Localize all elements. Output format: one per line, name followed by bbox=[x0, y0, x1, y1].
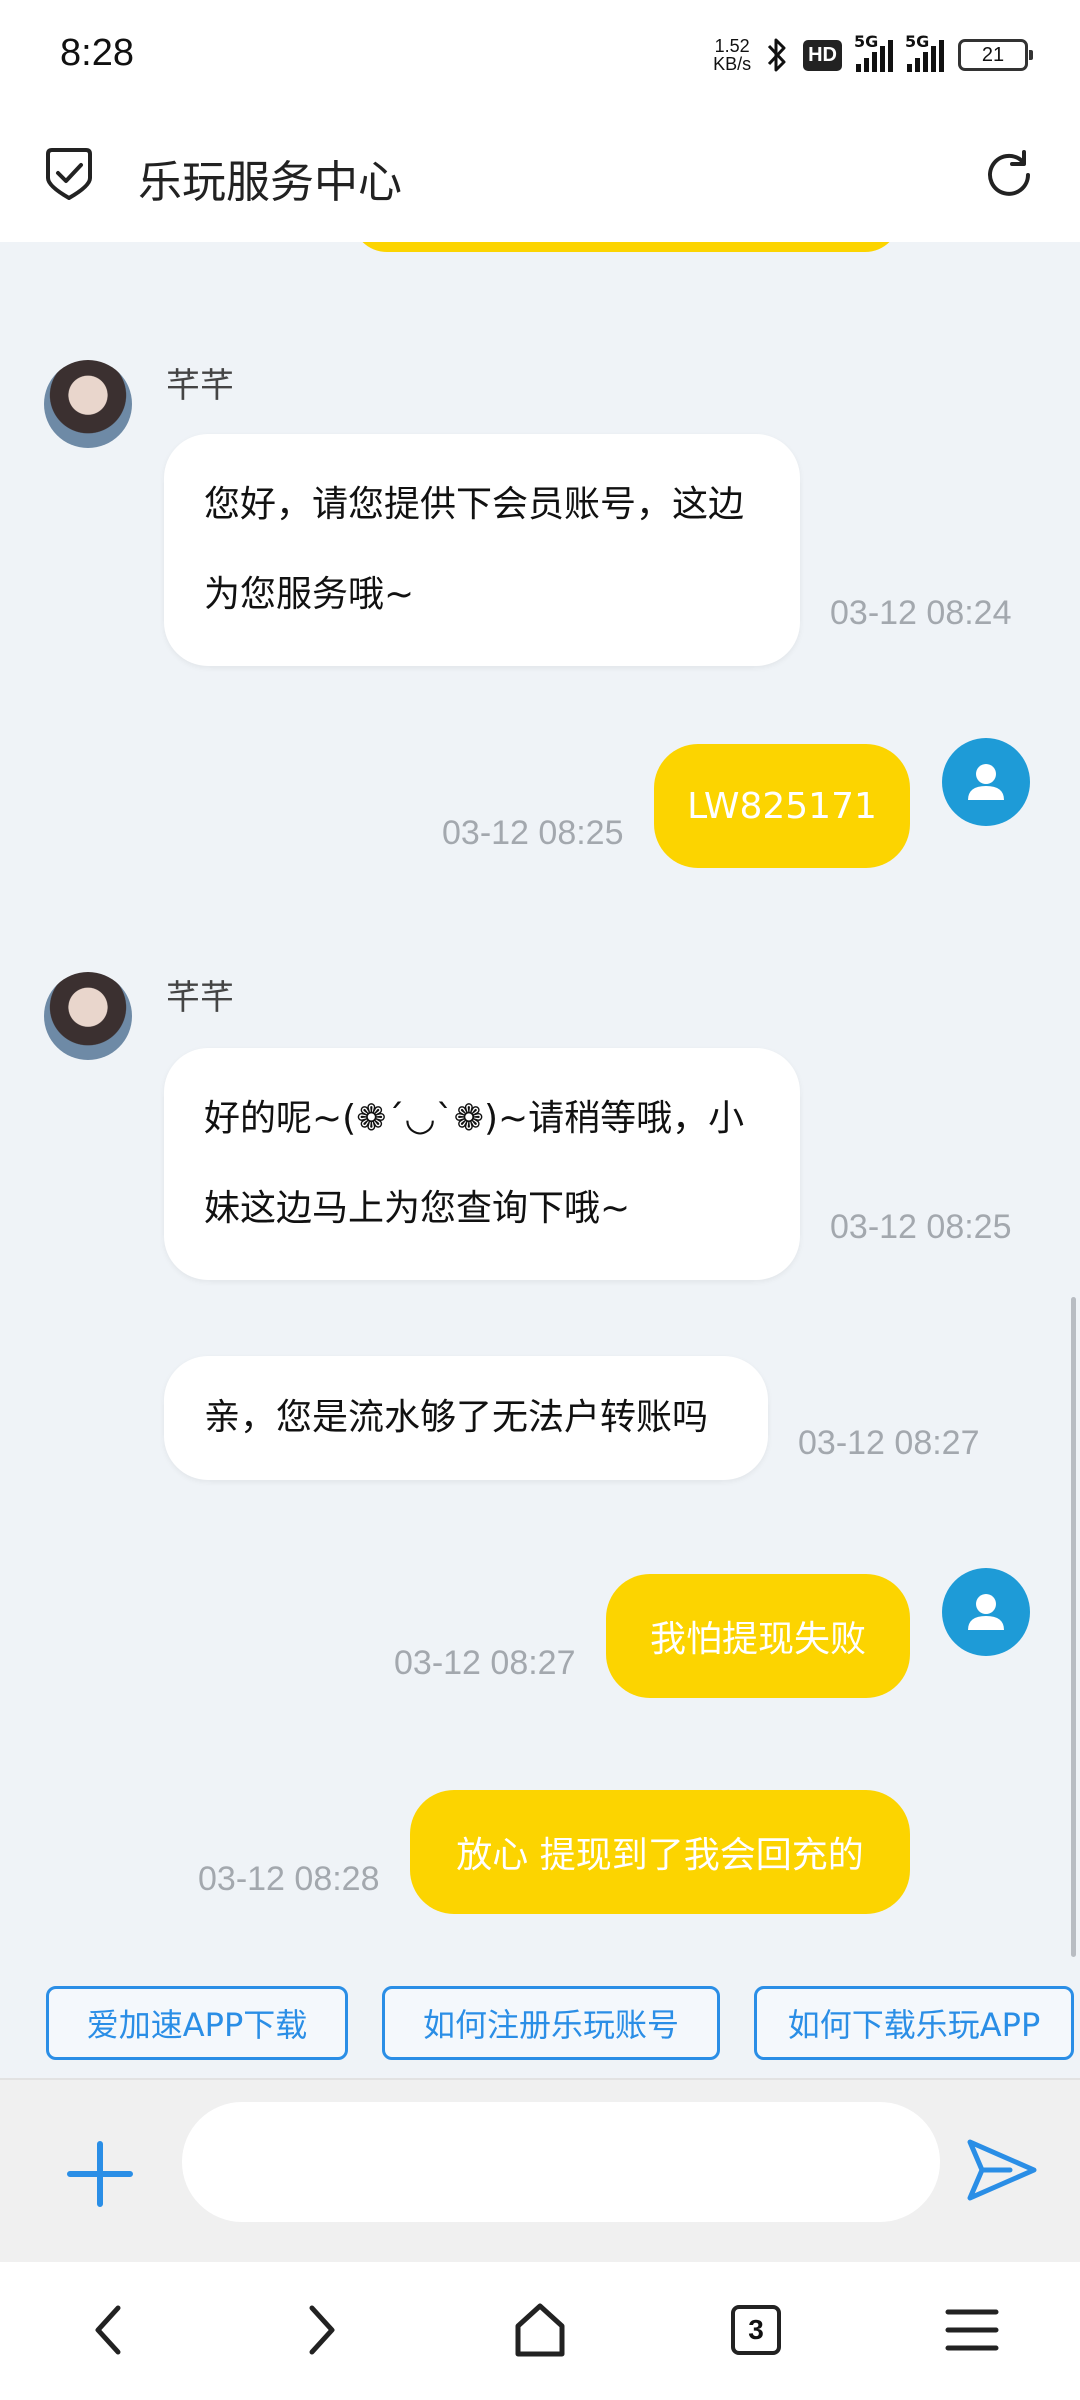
agent-avatar bbox=[44, 972, 132, 1060]
quick-reply-chip[interactable]: 如何下载乐玩APP bbox=[754, 1986, 1074, 2060]
message-input[interactable] bbox=[182, 2102, 940, 2222]
chevron-left-icon bbox=[95, 2305, 121, 2355]
battery-icon: 21 bbox=[958, 39, 1033, 71]
signal-icon: 5G bbox=[854, 32, 893, 72]
forward-button[interactable] bbox=[282, 2290, 362, 2370]
message-bubble: 亲，您是流水够了无法户转账吗 bbox=[164, 1356, 768, 1480]
menu-icon bbox=[945, 2309, 999, 2351]
chevron-right-icon bbox=[309, 2305, 335, 2355]
chat-area[interactable]: 芊芊 您好，请您提供下会员账号，这边为您服务哦~ 03-12 08:24 LW8… bbox=[0, 242, 1080, 1964]
message-bubble: 我怕提现失败 bbox=[606, 1574, 910, 1698]
tabs-button[interactable]: 3 bbox=[716, 2290, 796, 2370]
sender-name: 芊芊 bbox=[166, 366, 234, 406]
message-bubble: 放心 提现到了我会回充的 bbox=[410, 1790, 910, 1914]
message-time: 03-12 08:25 bbox=[442, 814, 624, 852]
scrollbar[interactable] bbox=[1071, 1297, 1076, 1957]
network-speed: 1.52 KB/s bbox=[713, 36, 752, 74]
message-bubble-partial bbox=[352, 242, 900, 252]
home-button[interactable] bbox=[500, 2290, 580, 2370]
message-bubble: LW825171 bbox=[654, 744, 910, 868]
back-button[interactable] bbox=[68, 2290, 148, 2370]
message-time: 03-12 08:27 bbox=[798, 1424, 980, 1462]
message-time: 03-12 08:28 bbox=[198, 1860, 380, 1898]
status-bar: 8:28 1.52 KB/s HD 5G 5G 21 bbox=[0, 0, 1080, 118]
user-avatar bbox=[942, 1568, 1030, 1656]
message-time: 03-12 08:24 bbox=[830, 594, 1012, 632]
user-avatar bbox=[942, 738, 1030, 826]
page-title: 乐玩服务中心 bbox=[138, 157, 402, 208]
shield-check-icon bbox=[46, 148, 92, 200]
menu-button[interactable] bbox=[932, 2290, 1012, 2370]
message-time: 03-12 08:25 bbox=[830, 1208, 1012, 1246]
agent-avatar bbox=[44, 360, 132, 448]
status-time: 8:28 bbox=[60, 32, 134, 74]
signal-icon: 5G bbox=[905, 32, 944, 72]
plus-icon[interactable] bbox=[64, 2138, 136, 2210]
quick-reply-chip[interactable]: 爱加速APP下载 bbox=[46, 1986, 348, 2060]
hd-badge: HD bbox=[803, 39, 842, 71]
bluetooth-icon bbox=[768, 38, 786, 72]
message-bubble: 好的呢~(❁´◡`❁)~请稍等哦，小妹这边马上为您查询下哦~ bbox=[164, 1048, 800, 1280]
message-bubble: 您好，请您提供下会员账号，这边为您服务哦~ bbox=[164, 434, 800, 666]
home-icon bbox=[515, 2303, 565, 2357]
tab-count: 3 bbox=[731, 2305, 781, 2355]
person-icon bbox=[968, 1594, 1004, 1630]
app-header: 乐玩服务中心 bbox=[0, 118, 1080, 242]
input-bar bbox=[0, 2078, 1080, 2262]
refresh-icon[interactable] bbox=[980, 146, 1038, 204]
message-time: 03-12 08:27 bbox=[394, 1644, 576, 1682]
sender-name: 芊芊 bbox=[166, 978, 234, 1018]
send-icon[interactable] bbox=[962, 2134, 1040, 2206]
quick-reply-chip[interactable]: 如何注册乐玩账号 bbox=[382, 1986, 720, 2060]
quick-reply-bar: 爱加速APP下载 如何注册乐玩账号 如何下载乐玩APP bbox=[0, 1964, 1080, 2078]
status-icons: 1.52 KB/s HD 5G 5G 21 bbox=[713, 32, 1033, 74]
browser-nav-bar: 3 bbox=[0, 2262, 1080, 2400]
person-icon bbox=[968, 764, 1004, 800]
